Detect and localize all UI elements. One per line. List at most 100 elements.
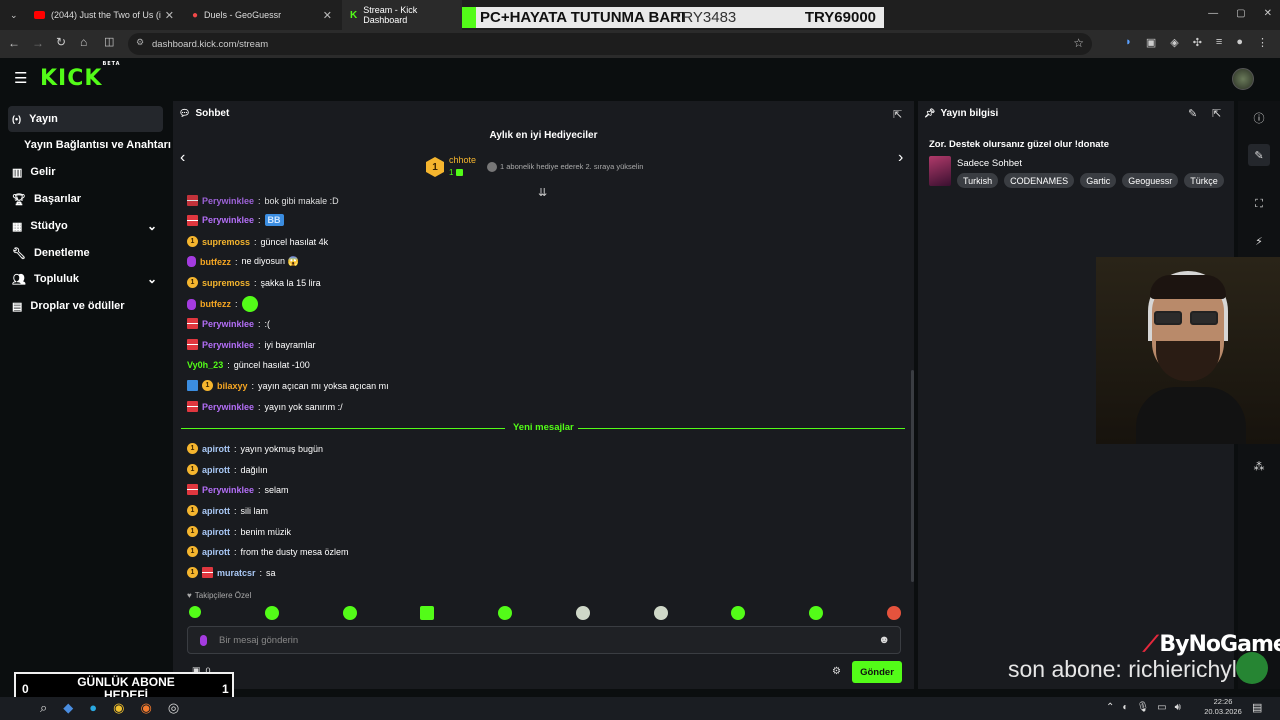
emote-icon[interactable] xyxy=(498,606,513,620)
chat-username[interactable]: Perywinklee xyxy=(202,485,254,495)
stream-category[interactable]: Sadece Sohbet xyxy=(957,158,1022,169)
chat-username[interactable]: apirott xyxy=(202,547,230,557)
emote-icon[interactable] xyxy=(264,606,279,620)
chat-username[interactable]: butfezz xyxy=(200,257,231,267)
emote-icon[interactable] xyxy=(809,606,824,620)
close-tab-icon[interactable]: ✕ xyxy=(323,9,332,22)
app-icon[interactable]: ◆ xyxy=(63,700,73,716)
avatar[interactable] xyxy=(1232,68,1254,90)
tab-youtube[interactable]: (2044) Just the Two of Us (i ✕ xyxy=(26,0,182,30)
address-bar[interactable]: ⚙ dashboard.kick.com/stream ☆ xyxy=(128,33,1092,55)
more-icon[interactable]: ⋮ xyxy=(1257,36,1268,49)
chat-input[interactable]: Bir mesaj gönderin ☻ xyxy=(187,626,901,654)
share-icon[interactable]: ⁂ xyxy=(1248,455,1270,477)
emote-icon[interactable] xyxy=(575,606,590,620)
site-info-icon[interactable]: ⚙ xyxy=(136,37,144,48)
sidebar-item-community[interactable]: 👥︎ Topluluk ⌄ xyxy=(8,266,163,292)
chat-username[interactable]: supremoss xyxy=(202,278,250,288)
sidebar-item-moderation[interactable]: 🔧︎ Denetleme xyxy=(8,240,163,266)
emote-icon[interactable] xyxy=(420,606,435,620)
close-window-icon[interactable]: ✕ xyxy=(1264,8,1272,19)
microphone-icon[interactable]: 🎙︎ xyxy=(1136,702,1149,713)
edit-pencil-icon[interactable]: ✎ xyxy=(1188,107,1197,120)
network-icon[interactable]: ▭ xyxy=(1157,702,1166,713)
extension-icon[interactable]: ▣ xyxy=(1146,36,1156,49)
obs-icon[interactable]: ◎ xyxy=(168,700,179,716)
info-icon[interactable]: ⓘ xyxy=(1248,107,1270,129)
emote-icon[interactable] xyxy=(886,606,901,620)
back-icon[interactable]: ← xyxy=(8,36,20,50)
extension-icon[interactable]: ◗ xyxy=(1125,36,1132,49)
kick-logo[interactable]: KICKBETA xyxy=(40,61,121,91)
puzzle-icon[interactable]: ✣ xyxy=(1193,36,1202,49)
tab-kick-dashboard[interactable]: K Stream - Kick Dashboard xyxy=(342,0,462,30)
chat-username[interactable]: Perywinklee xyxy=(202,319,254,329)
tag[interactable]: CODENAMES xyxy=(1004,173,1075,188)
chat-username[interactable]: apirott xyxy=(202,444,230,454)
popout-icon[interactable]: ⇱ xyxy=(1212,107,1221,120)
chat-username[interactable]: Vy0h_23 xyxy=(187,360,223,370)
edit-pencil-icon[interactable]: ✎ xyxy=(1248,144,1270,166)
reload-icon[interactable]: ↻ xyxy=(56,35,66,49)
tray-icon[interactable]: ◐ xyxy=(1122,702,1128,713)
lightning-icon[interactable]: ⚡︎ xyxy=(1248,230,1270,252)
chat-username[interactable]: apirott xyxy=(202,506,230,516)
chevron-up-icon[interactable]: ⌃ xyxy=(1106,702,1114,713)
shield-icon[interactable]: ◈ xyxy=(1170,36,1178,49)
chat-username[interactable]: Perywinklee xyxy=(202,340,254,350)
emoji-picker-icon[interactable]: ☻ xyxy=(878,634,890,646)
tab-geoguessr[interactable]: ● Duels - GeoGuessr ✕ xyxy=(184,0,340,30)
bookmark-star-icon[interactable]: ☆ xyxy=(1073,36,1084,50)
sidebar-item-stream[interactable]: (•) Yayın xyxy=(8,106,163,132)
maximize-icon[interactable]: ▢ xyxy=(1236,8,1245,19)
chevron-right-icon[interactable]: › xyxy=(898,149,903,167)
popout-icon[interactable]: ⇱ xyxy=(893,108,902,121)
menu-icon[interactable]: ≡ xyxy=(1216,36,1222,49)
chat-username[interactable]: apirott xyxy=(202,465,230,475)
tag[interactable]: Geoguessr xyxy=(1122,173,1179,188)
emote-icon[interactable] xyxy=(731,606,746,620)
chat-username[interactable]: butfezz xyxy=(200,299,231,309)
chrome-icon[interactable]: ◉ xyxy=(113,700,124,716)
chat-scrollbar[interactable] xyxy=(911,370,914,582)
tab-list-button[interactable]: ⌄ xyxy=(6,0,24,30)
chat-username[interactable]: bilaxyy xyxy=(217,381,248,391)
tag[interactable]: Turkish xyxy=(957,173,999,188)
top-gifter-name[interactable]: chhote xyxy=(449,155,476,165)
sidebar-item-revenue[interactable]: ▥ Gelir xyxy=(8,159,163,185)
sidebar-item-stream-key[interactable]: Yayın Bağlantısı ve Anahtarı xyxy=(8,132,171,158)
profile-icon[interactable]: ● xyxy=(1236,36,1243,49)
crop-icon[interactable]: ⛶ xyxy=(1248,193,1270,215)
forward-icon[interactable]: → xyxy=(32,36,44,50)
taskbar-clock[interactable]: 22:26 20.03.2026 xyxy=(1200,697,1246,717)
volume-icon[interactable]: 🔊︎ xyxy=(1175,702,1181,713)
sidebar-item-studio[interactable]: ▦ Stüdyo ⌄ xyxy=(8,213,163,239)
home-icon[interactable]: ⌂ xyxy=(80,35,87,49)
category-thumbnail[interactable] xyxy=(929,156,951,186)
close-tab-icon[interactable]: ✕ xyxy=(165,9,174,22)
chat-username[interactable]: Perywinklee xyxy=(202,215,254,225)
hamburger-menu-icon[interactable]: ☰ xyxy=(14,69,27,87)
chat-username[interactable]: muratcsr xyxy=(217,568,256,578)
app-icon[interactable]: ● xyxy=(89,700,97,716)
sidebar-toggle-icon[interactable]: ◫ xyxy=(104,35,114,48)
sidebar-item-achievements[interactable]: 🏆︎ Başarılar xyxy=(8,186,163,212)
chat-settings-icon[interactable]: ⚙ xyxy=(832,666,841,677)
send-button[interactable]: Gönder xyxy=(852,661,902,683)
chat-username[interactable]: apirott xyxy=(202,527,230,537)
tag[interactable]: Gartic xyxy=(1080,173,1117,188)
sidebar-item-drops[interactable]: ▤ Droplar ve ödüller xyxy=(8,293,163,319)
tag[interactable]: Türkçe xyxy=(1184,173,1224,188)
emote-icon[interactable] xyxy=(653,606,668,620)
chat-username[interactable]: supremoss xyxy=(202,237,250,247)
emote-icon[interactable] xyxy=(189,606,201,618)
chat-username[interactable]: Perywinklee xyxy=(202,196,254,206)
minimize-icon[interactable]: — xyxy=(1208,8,1218,19)
notification-icon[interactable]: ▤ xyxy=(1252,701,1262,714)
search-icon[interactable]: ⌕ xyxy=(40,700,47,716)
firefox-icon[interactable]: ◉ xyxy=(140,700,151,716)
chat-username[interactable]: Perywinklee xyxy=(202,402,254,412)
emote-icon[interactable] xyxy=(342,606,357,620)
chevron-left-icon[interactable]: ‹ xyxy=(180,149,185,167)
pin-toggle-icon[interactable]: ⇊ xyxy=(538,186,547,199)
